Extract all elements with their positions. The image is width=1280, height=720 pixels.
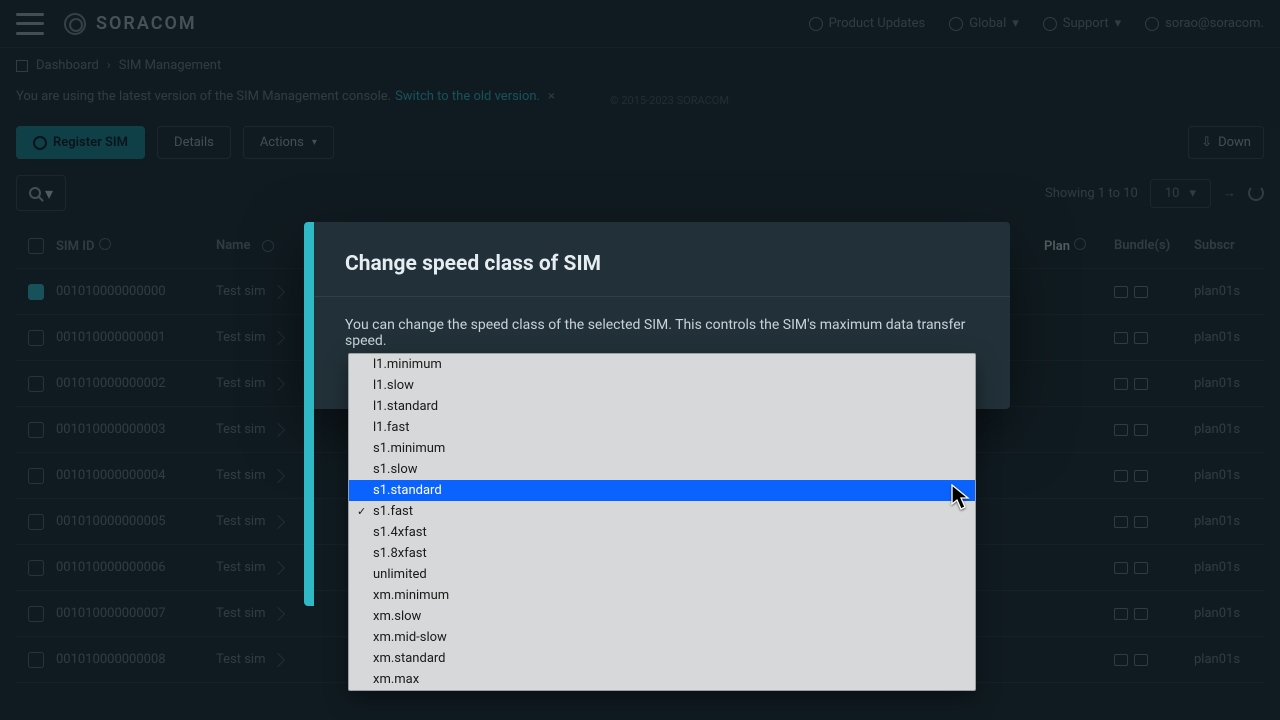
speed-option[interactable]: s1.fast	[349, 501, 975, 522]
speed-option[interactable]: xm.max	[349, 669, 975, 690]
speed-option[interactable]: s1.8xfast	[349, 543, 975, 564]
speed-option[interactable]: s1.minimum	[349, 438, 975, 459]
speed-option[interactable]: xm.standard	[349, 648, 975, 669]
modal-description: You can change the speed class of the se…	[345, 317, 970, 349]
modal-accent	[304, 222, 314, 606]
speed-option[interactable]: xm.minimum	[349, 585, 975, 606]
speed-option[interactable]: l1.fast	[349, 417, 975, 438]
modal-header: Change speed class of SIM	[305, 222, 1010, 297]
speed-option[interactable]: l1.standard	[349, 396, 975, 417]
speed-class-dropdown[interactable]: l1.minimuml1.slowl1.standardl1.fasts1.mi…	[348, 353, 976, 691]
speed-option[interactable]: s1.standard	[349, 480, 975, 501]
modal-title: Change speed class of SIM	[345, 252, 970, 276]
speed-option[interactable]: s1.4xfast	[349, 522, 975, 543]
speed-option[interactable]: xm.mid-slow	[349, 627, 975, 648]
speed-option[interactable]: xm.slow	[349, 606, 975, 627]
speed-option[interactable]: l1.slow	[349, 375, 975, 396]
speed-option[interactable]: unlimited	[349, 564, 975, 585]
speed-option[interactable]: s1.slow	[349, 459, 975, 480]
speed-option[interactable]: l1.minimum	[349, 354, 975, 375]
